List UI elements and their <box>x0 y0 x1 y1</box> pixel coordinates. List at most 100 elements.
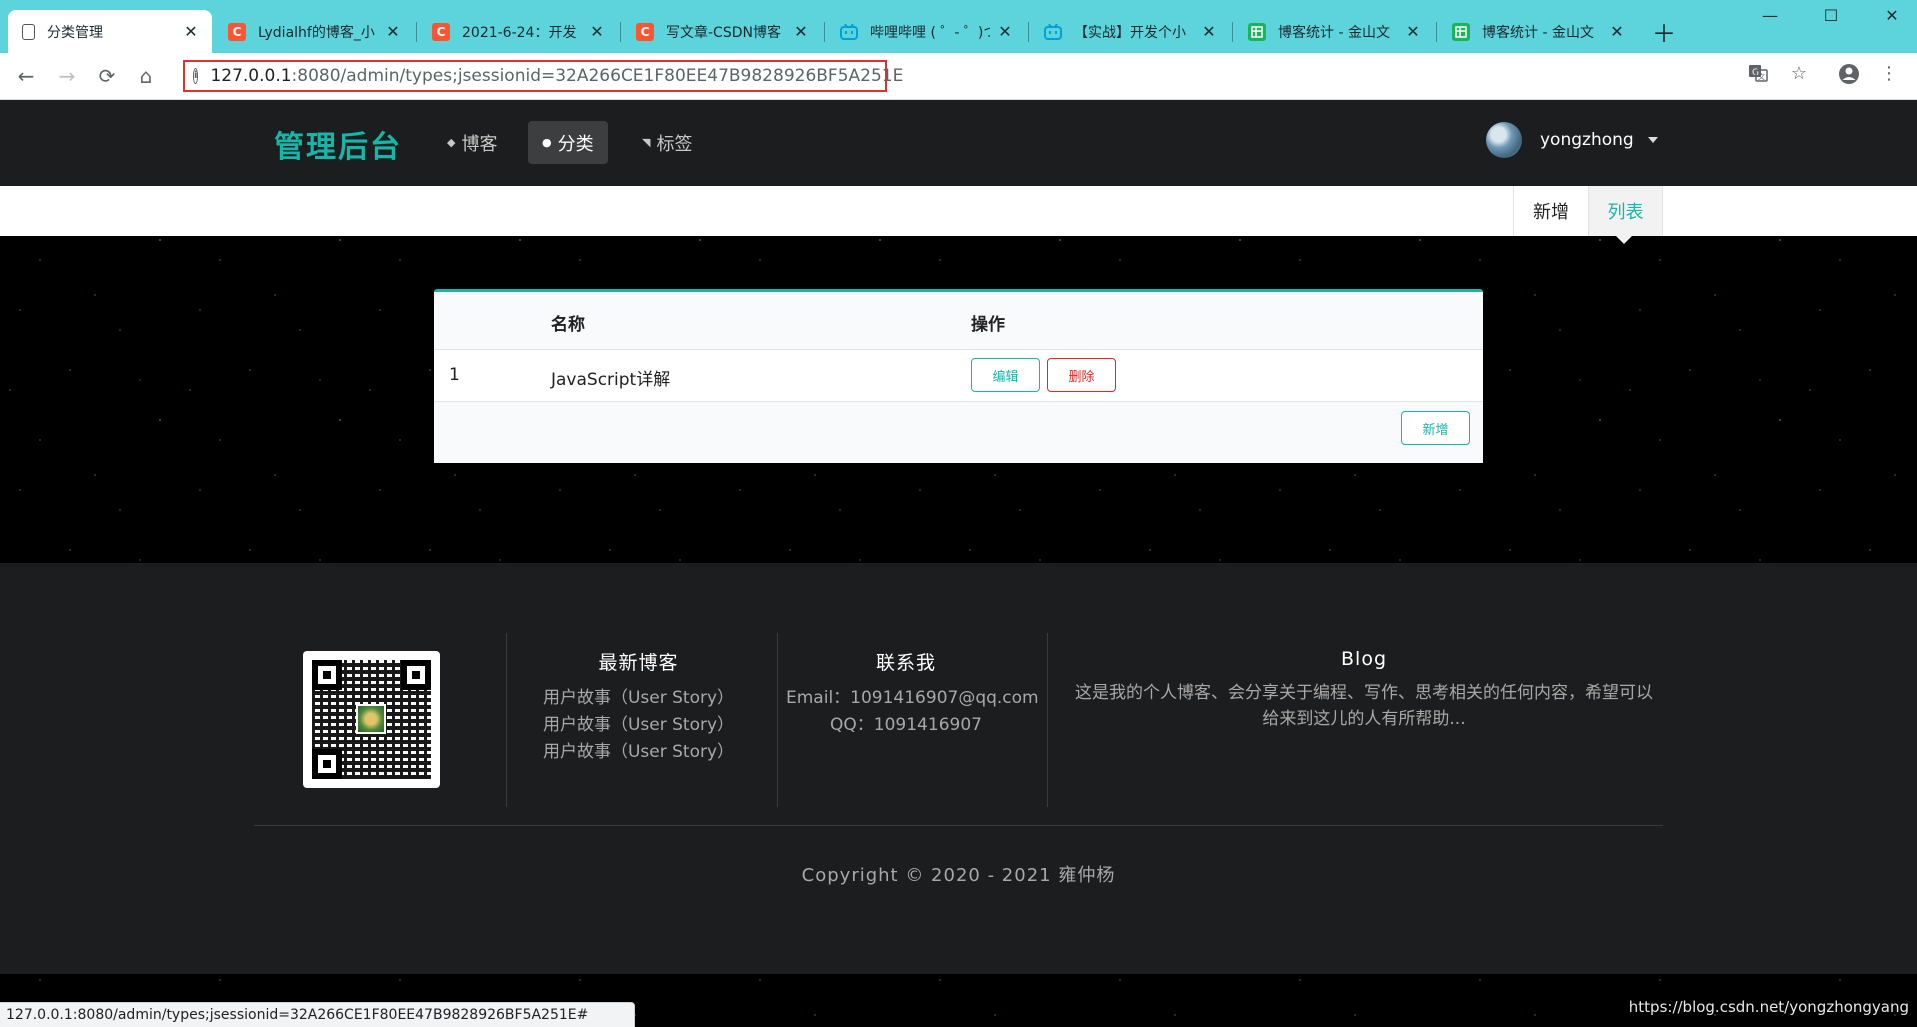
translate-icon[interactable]: G文 <box>1744 63 1772 88</box>
tab-divider <box>1436 22 1437 42</box>
tab-title: 2021-6-24：开发 <box>462 24 577 41</box>
subnav-new[interactable]: 新增 <box>1513 186 1588 236</box>
table-header: 名称 操作 <box>434 292 1483 350</box>
types-table-card: 名称 操作 1 JavaScript详解 编辑 删除 新增 <box>434 289 1483 463</box>
tab-title: 写文章-CSDN博客 <box>666 24 781 41</box>
new-tab-icon[interactable]: ＋ <box>1652 14 1676 49</box>
url-host: 127.0.0.1 <box>210 66 292 86</box>
close-icon[interactable]: ✕ <box>182 22 200 41</box>
nav-label: 分类 <box>557 133 594 155</box>
close-icon[interactable]: ✕ <box>792 22 810 41</box>
browser-tab-bar: 分类管理 ✕ C Lydialhf的博客_小 ✕ C 2021-6-24：开发 … <box>0 0 1917 53</box>
browser-tab[interactable]: 【实战】开发个小 ✕ <box>1030 10 1230 53</box>
tab-divider <box>620 22 621 42</box>
page-viewport: 管理后台 ◆ 博客 ● 分类 ◥ 标签 yongzhong 新增 列表 名称 操… <box>0 100 1917 1027</box>
edit-button[interactable]: 编辑 <box>971 358 1040 392</box>
home-icon: ◆ <box>447 136 456 149</box>
browser-tab[interactable]: C 写文章-CSDN博客 ✕ <box>622 10 822 53</box>
close-icon[interactable]: ✕ <box>1608 22 1626 41</box>
close-icon[interactable]: ✕ <box>384 22 402 41</box>
close-icon[interactable]: ✕ <box>1404 22 1422 41</box>
close-icon[interactable]: ✕ <box>1200 22 1218 41</box>
contact-email: Email：1091416907@qq.com <box>786 688 1039 708</box>
tab-title: 博客统计 - 金山文 <box>1278 24 1390 41</box>
browser-toolbar: ← → ⟳ ⌂ i 127.0.0.1 :8080/admin/types;js… <box>0 53 1917 100</box>
latest-blogs-section: 最新博客 用户故事（User Story） 用户故事（User Story） 用… <box>521 648 756 766</box>
browser-tab-active[interactable]: 分类管理 ✕ <box>8 10 212 53</box>
tab-title: Lydialhf的博客_小 <box>258 24 375 41</box>
close-icon[interactable]: ✕ <box>996 22 1014 41</box>
caret-down-icon <box>1647 137 1658 143</box>
nav-item-blog[interactable]: ◆ 博客 <box>433 121 511 164</box>
tab-title: 分类管理 <box>47 24 103 41</box>
table-footer: 新增 <box>434 402 1483 463</box>
browser-tab[interactable]: 哔哩哔哩 ( ゜- ゜)つ ✕ <box>826 10 1026 53</box>
username: yongzhong <box>1540 130 1634 150</box>
row-index: 1 <box>449 365 460 385</box>
qr-code-image <box>303 651 440 788</box>
column-header-name: 名称 <box>551 315 585 335</box>
footer-divider <box>1047 633 1048 807</box>
tab-divider <box>416 22 417 42</box>
user-dropdown[interactable]: yongzhong <box>1486 122 1658 158</box>
csdn-icon: C <box>432 22 450 41</box>
nav-item-types[interactable]: ● 分类 <box>528 121 608 164</box>
home-icon[interactable]: ⌂ <box>131 61 161 91</box>
minimize-icon[interactable]: — <box>1750 6 1790 25</box>
sub-navbar: 新增 列表 <box>0 186 1917 236</box>
tab-title: 博客统计 - 金山文 <box>1482 24 1594 41</box>
sheet-icon <box>1452 22 1470 41</box>
link-status-bubble: 127.0.0.1:8080/admin/types;jsessionid=32… <box>0 1002 635 1027</box>
delete-button[interactable]: 删除 <box>1047 358 1116 392</box>
active-pointer <box>1616 236 1632 244</box>
latest-blog-link[interactable]: 用户故事（User Story） <box>521 712 756 739</box>
browser-tab[interactable]: C Lydialhf的博客_小 ✕ <box>214 10 414 53</box>
nav-label: 博客 <box>461 133 498 155</box>
browser-tab[interactable]: 博客统计 - 金山文 ✕ <box>1438 10 1638 53</box>
csdn-icon: C <box>636 22 654 41</box>
admin-navbar: 管理后台 ◆ 博客 ● 分类 ◥ 标签 yongzhong <box>0 100 1917 186</box>
csdn-icon: C <box>228 22 246 41</box>
contact-title: 联系我 <box>875 652 936 674</box>
browser-tab[interactable]: 博客统计 - 金山文 ✕ <box>1234 10 1434 53</box>
back-icon[interactable]: ← <box>11 61 41 91</box>
table-row: 1 JavaScript详解 编辑 删除 <box>434 350 1483 402</box>
blog-about-title: Blog <box>1341 648 1387 670</box>
latest-blog-link[interactable]: 用户故事（User Story） <box>521 685 756 712</box>
tab-title: 【实战】开发个小 <box>1074 24 1186 41</box>
bilibili-icon <box>840 23 858 41</box>
brand-title[interactable]: 管理后台 <box>274 122 402 166</box>
address-bar[interactable]: i 127.0.0.1 :8080/admin/types;jsessionid… <box>183 60 903 92</box>
forward-icon[interactable]: → <box>52 61 82 91</box>
page-icon <box>22 23 35 40</box>
tab-divider <box>1028 22 1029 42</box>
idea-icon: ● <box>542 136 552 149</box>
contact-qq: QQ：1091416907 <box>830 715 982 735</box>
tab-title: 哔哩哔哩 ( ゜- ゜)つ <box>870 24 990 41</box>
latest-blog-link[interactable]: 用户故事（User Story） <box>521 739 756 766</box>
bilibili-icon <box>1044 23 1062 41</box>
info-icon[interactable]: i <box>193 68 199 84</box>
close-icon[interactable]: ✕ <box>588 22 606 41</box>
maximize-icon[interactable]: ☐ <box>1811 6 1851 25</box>
row-name: JavaScript详解 <box>551 370 671 390</box>
tab-divider <box>1232 22 1233 42</box>
reload-icon[interactable]: ⟳ <box>92 61 122 91</box>
profile-icon[interactable] <box>1835 63 1863 90</box>
browser-tab[interactable]: C 2021-6-24：开发 ✕ <box>418 10 618 53</box>
qr-finder <box>312 660 342 690</box>
tab-divider <box>824 22 825 42</box>
copyright-text: Copyright © 2020 - 2021 雍仲杨 <box>801 865 1116 886</box>
subnav-list[interactable]: 列表 <box>1588 186 1663 236</box>
star-icon[interactable]: ☆ <box>1785 63 1813 84</box>
menu-icon[interactable]: ⋮ <box>1875 63 1903 84</box>
window-close-icon[interactable]: ✕ <box>1872 6 1912 25</box>
avatar <box>1486 122 1522 158</box>
qr-finder <box>312 749 342 779</box>
add-type-button[interactable]: 新增 <box>1401 411 1470 445</box>
svg-text:文: 文 <box>1758 72 1765 81</box>
footer-divider <box>777 633 778 807</box>
nav-item-tags[interactable]: ◥ 标签 <box>628 121 706 164</box>
footer-divider <box>506 633 507 807</box>
nav-label: 标签 <box>656 133 693 155</box>
